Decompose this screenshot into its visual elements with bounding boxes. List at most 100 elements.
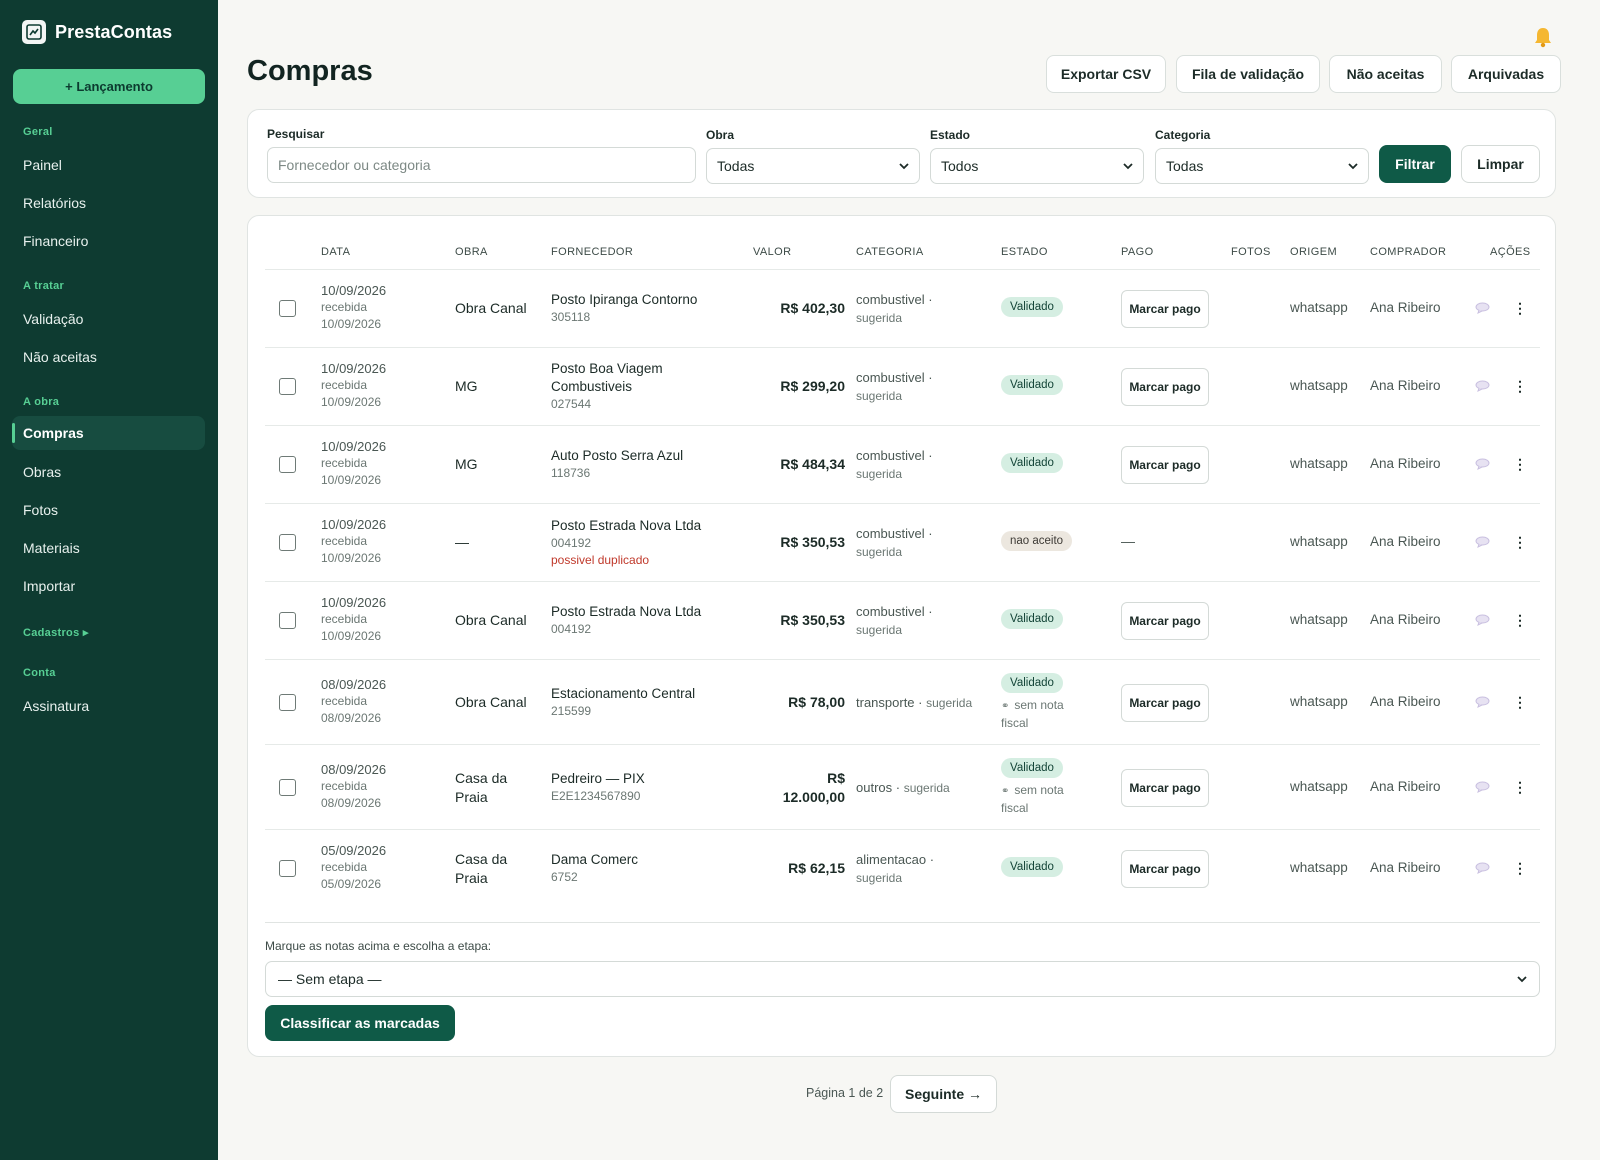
row-checkbox[interactable] <box>279 456 296 473</box>
export-csv-button[interactable]: Exportar CSV <box>1046 55 1166 93</box>
clear-button[interactable]: Limpar <box>1461 145 1540 183</box>
kebab-menu-icon[interactable]: ⋮ <box>1513 535 1527 549</box>
next-page-button[interactable]: Seguinte → <box>890 1075 997 1113</box>
bulk-label: Marque as notas acima e escolha a etapa: <box>265 939 492 953</box>
col-header-origem: ORIGEM <box>1290 246 1338 258</box>
row-checkbox[interactable] <box>279 693 296 711</box>
chat-icon[interactable] <box>1475 614 1490 626</box>
row-checkbox[interactable] <box>279 534 296 551</box>
row-buyer: Ana Ribeiro <box>1370 860 1441 875</box>
row-origin: whatsapp <box>1290 778 1348 794</box>
row-received-date: 08/09/2026 <box>321 710 382 725</box>
row-received-date: 10/09/2026 <box>321 629 382 643</box>
row-category: outros · sugerida <box>856 778 986 798</box>
chat-icon[interactable] <box>1475 862 1490 874</box>
bell-icon[interactable] <box>1533 26 1553 48</box>
new-entry-button[interactable]: + Lançamento <box>13 69 205 104</box>
kebab-menu-icon[interactable]: ⋮ <box>1513 301 1527 315</box>
chat-icon[interactable] <box>1475 536 1490 548</box>
row-date: 10/09/2026 <box>321 361 387 376</box>
row-category-name: combustivel · <box>856 292 933 307</box>
col-header-acoes: AÇÕES <box>1490 246 1531 258</box>
chat-icon[interactable] <box>1475 781 1490 793</box>
categoria-label: Categoria <box>1155 128 1211 142</box>
brand[interactable]: PrestaContas <box>22 20 172 44</box>
kebab-menu-icon[interactable]: ⋮ <box>1513 780 1527 794</box>
kebab-menu-icon[interactable]: ⋮ <box>1513 613 1527 627</box>
table-row[interactable]: 10/09/2026 recebida 10/09/2026 MG Posto … <box>265 347 1540 425</box>
row-checkbox[interactable] <box>279 860 296 877</box>
archived-button[interactable]: Arquivadas <box>1451 55 1561 93</box>
sidebar-item-relatorios[interactable]: Relatórios <box>12 186 205 220</box>
row-value: R$ 62,15 <box>745 859 845 878</box>
row-checkbox[interactable] <box>279 300 296 317</box>
row-supplier: Pedreiro — PIX <box>551 770 645 786</box>
mark-paid-button[interactable]: Marcar pago <box>1121 850 1209 888</box>
table-row[interactable]: 05/09/2026 recebida 05/09/2026 Casa da P… <box>265 829 1540 907</box>
kebab-menu-icon[interactable]: ⋮ <box>1513 861 1527 875</box>
categoria-select[interactable]: Todas <box>1155 148 1369 184</box>
table-row[interactable]: 10/09/2026 recebida 10/09/2026 Obra Cana… <box>265 269 1540 347</box>
row-category-suggested: sugerida <box>903 780 950 795</box>
sidebar-item-assinatura[interactable]: Assinatura <box>12 689 205 723</box>
filter-button[interactable]: Filtrar <box>1379 145 1451 183</box>
row-checkbox[interactable] <box>279 378 296 395</box>
sidebar-item-validacao[interactable]: Validação <box>12 302 205 336</box>
sidebar-item-importar[interactable]: Importar <box>12 569 205 603</box>
sidebar-item-fotos[interactable]: Fotos <box>12 493 205 527</box>
row-category-suggested: sugerida <box>856 545 903 559</box>
estado-select[interactable]: Todos <box>930 148 1144 184</box>
row-obra: Obra Canal <box>455 693 527 710</box>
status-badge: Validado <box>1001 297 1063 317</box>
table-row[interactable]: 08/09/2026 recebida 08/09/2026 Obra Cana… <box>265 659 1540 744</box>
row-checkbox[interactable] <box>279 778 296 796</box>
sidebar-item-compras[interactable]: Compras <box>12 416 205 450</box>
mark-paid-button[interactable]: Marcar pago <box>1121 683 1209 722</box>
obra-select-value: Todas <box>717 158 755 174</box>
classify-marked-button[interactable]: Classificar as marcadas <box>265 1005 455 1041</box>
row-category-name: combustivel · <box>856 526 933 541</box>
chat-icon[interactable] <box>1475 302 1490 314</box>
sidebar-item-painel[interactable]: Painel <box>12 148 205 182</box>
stage-select[interactable]: — Sem etapa — <box>265 961 1540 997</box>
row-origin: whatsapp <box>1290 693 1348 709</box>
row-category-name: outros · <box>856 779 901 795</box>
mark-paid-button[interactable]: Marcar pago <box>1121 446 1209 484</box>
chat-icon[interactable] <box>1475 380 1490 392</box>
row-checkbox[interactable] <box>279 612 296 629</box>
kebab-menu-icon[interactable]: ⋮ <box>1513 379 1527 393</box>
table-row[interactable]: 10/09/2026 recebida 10/09/2026 MG Auto P… <box>265 425 1540 503</box>
obra-select[interactable]: Todas <box>706 148 920 184</box>
chat-icon[interactable] <box>1475 696 1490 708</box>
row-origin: whatsapp <box>1290 300 1348 315</box>
mark-paid-button[interactable]: Marcar pago <box>1121 768 1209 807</box>
table-row[interactable]: 10/09/2026 recebida 10/09/2026 — Posto E… <box>265 503 1540 581</box>
section-toggle-cadastros[interactable]: Cadastros ▸ <box>23 626 89 639</box>
row-category-suggested: sugerida <box>856 389 903 403</box>
mark-paid-button[interactable]: Marcar pago <box>1121 368 1209 406</box>
sidebar-item-nao-aceitas[interactable]: Não aceitas <box>12 340 205 374</box>
not-accepted-button[interactable]: Não aceitas <box>1329 55 1442 93</box>
mark-paid-button[interactable]: Marcar pago <box>1121 602 1209 640</box>
row-category: combustivel · sugerida <box>856 446 986 484</box>
table-row[interactable]: 10/09/2026 recebida 10/09/2026 Obra Cana… <box>265 581 1540 659</box>
sidebar-item-obras[interactable]: Obras <box>12 455 205 489</box>
kebab-menu-icon[interactable]: ⋮ <box>1513 695 1527 709</box>
row-origin: whatsapp <box>1290 612 1348 627</box>
sidebar-item-materiais[interactable]: Materiais <box>12 531 205 565</box>
search-input[interactable]: Fornecedor ou categoria <box>267 147 696 183</box>
validation-queue-button[interactable]: Fila de validação <box>1176 55 1320 93</box>
chevron-down-icon <box>1123 163 1133 170</box>
col-header-pago: PAGO <box>1121 246 1154 258</box>
table-row[interactable]: 08/09/2026 recebida 08/09/2026 Casa da P… <box>265 744 1540 829</box>
section-title-a-obra: A obra <box>23 396 60 408</box>
mark-paid-button[interactable]: Marcar pago <box>1121 290 1209 328</box>
row-paid-empty: — <box>1121 533 1135 549</box>
row-date: 10/09/2026 <box>321 595 387 610</box>
row-supplier: Auto Posto Serra Azul <box>551 448 684 463</box>
row-value: R$ 350,53 <box>745 533 845 552</box>
sidebar-item-financeiro[interactable]: Financeiro <box>12 224 205 258</box>
kebab-menu-icon[interactable]: ⋮ <box>1513 457 1527 471</box>
chat-icon[interactable] <box>1475 458 1490 470</box>
row-date: 10/09/2026 <box>321 283 387 298</box>
